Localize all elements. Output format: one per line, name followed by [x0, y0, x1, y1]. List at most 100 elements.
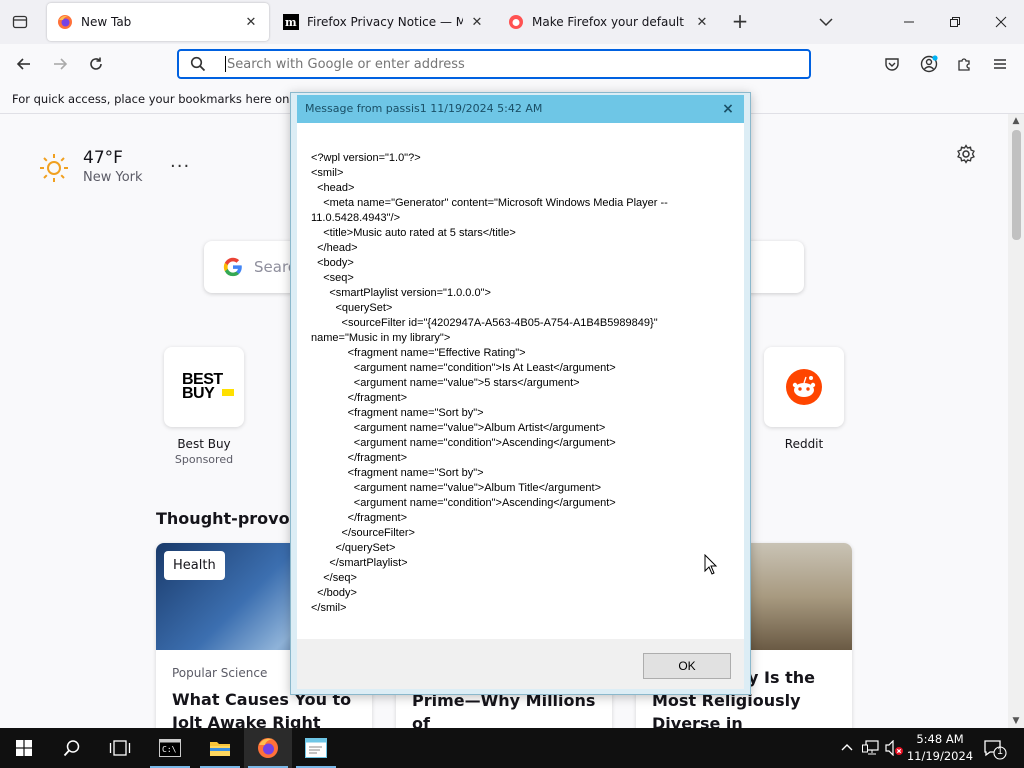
- weather-menu-button[interactable]: ···: [170, 156, 190, 177]
- sun-icon: [40, 154, 68, 182]
- task-view-icon: [109, 740, 131, 756]
- network-button[interactable]: [861, 738, 881, 758]
- network-icon: [862, 740, 879, 755]
- back-arrow-icon: [16, 58, 30, 70]
- close-window-button[interactable]: [978, 0, 1024, 44]
- firefox-icon: [58, 15, 72, 29]
- chevron-down-icon: [819, 18, 833, 27]
- ok-button[interactable]: OK: [643, 653, 731, 679]
- task-view-button[interactable]: [96, 728, 144, 768]
- reload-button[interactable]: [82, 50, 110, 78]
- taskbar-terminal[interactable]: C:\: [146, 728, 194, 768]
- clock-time: 5:48 AM: [916, 732, 964, 746]
- address-input[interactable]: [227, 56, 809, 72]
- pocket-button[interactable]: [878, 50, 906, 78]
- restore-button[interactable]: [932, 0, 978, 44]
- folder-icon: [210, 742, 230, 756]
- restore-icon: [950, 17, 960, 27]
- bookmarks-hint: For quick access, place your bookmarks h…: [12, 92, 323, 106]
- action-center-button[interactable]: 1: [980, 734, 1008, 762]
- shortcut-label: Reddit: [784, 437, 824, 451]
- close-tab-icon[interactable]: ✕: [469, 14, 485, 30]
- tab-title: New Tab: [81, 15, 132, 29]
- clock-date: 11/19/2024: [906, 749, 974, 763]
- tab-new-tab[interactable]: New Tab ✕: [47, 3, 269, 41]
- sponsored-label: Sponsored: [174, 453, 234, 466]
- account-button[interactable]: [915, 50, 943, 78]
- windows-icon: [16, 740, 32, 756]
- close-tab-icon[interactable]: ✕: [694, 14, 710, 30]
- volume-muted-icon: [885, 740, 903, 756]
- scrollbar-thumb[interactable]: [1012, 130, 1021, 240]
- scroll-down-icon[interactable]: ▼: [1008, 714, 1024, 728]
- weather-widget[interactable]: 47°F New York: [38, 148, 143, 185]
- extensions-button[interactable]: [950, 50, 978, 78]
- firefox-icon: [258, 738, 278, 758]
- notification-count: 1: [997, 746, 1003, 757]
- dialog-body: <?wpl version="1.0"?> <smil> <head> <met…: [297, 123, 744, 639]
- command-prompt-icon: C:\: [159, 739, 181, 757]
- puzzle-icon: [958, 58, 970, 71]
- reload-icon: [90, 57, 102, 70]
- taskbar-file-explorer[interactable]: [196, 728, 244, 768]
- dialog-titlebar[interactable]: Message from passis1 11/19/2024 5:42 AM …: [297, 95, 744, 123]
- shortcut-tile: [764, 347, 844, 427]
- firefox-view-button[interactable]: [6, 10, 34, 34]
- tab-title: Make Firefox your default brow: [532, 15, 688, 29]
- shortcut-reddit[interactable]: Reddit: [764, 347, 844, 451]
- taskbar-clock[interactable]: 5:48 AM 11/19/2024: [904, 731, 976, 765]
- account-icon: [920, 55, 938, 73]
- mozilla-icon: m: [283, 14, 299, 30]
- window-app-icon: [305, 738, 327, 758]
- search-icon: [183, 51, 213, 77]
- text-cursor: [225, 56, 226, 72]
- close-tab-icon[interactable]: ✕: [243, 14, 259, 30]
- chevron-up-icon: [841, 744, 853, 751]
- dialog-title: Message from passis1 11/19/2024 5:42 AM: [305, 102, 543, 115]
- search-icon: [63, 740, 80, 757]
- shortcut-best-buy[interactable]: BEST BUY Best Buy Sponsored: [164, 347, 244, 466]
- firefox-view-icon: [12, 15, 28, 29]
- taskbar: C:\ 5:48 AM 11/19/2024 1: [0, 728, 1024, 768]
- show-hidden-icons-button[interactable]: [837, 738, 857, 758]
- minimize-icon: [904, 21, 914, 23]
- page-scrollbar[interactable]: ▲ ▼: [1008, 114, 1024, 728]
- firefox-icon: [509, 15, 523, 29]
- address-bar[interactable]: [177, 49, 811, 79]
- menu-button[interactable]: [986, 50, 1014, 78]
- forward-button[interactable]: [46, 50, 74, 78]
- svg-text:C:\: C:\: [162, 745, 177, 754]
- google-icon: [223, 257, 242, 277]
- dialog-close-button[interactable]: ×: [712, 95, 744, 123]
- tab-default-browser[interactable]: Make Firefox your default brow ✕: [498, 3, 720, 41]
- shortcut-label: Best Buy: [177, 437, 231, 451]
- scroll-up-icon[interactable]: ▲: [1008, 114, 1024, 128]
- weather-temperature: 47°F: [83, 148, 123, 168]
- close-icon: [995, 16, 1007, 28]
- svg-text:m: m: [285, 16, 297, 29]
- minimize-button[interactable]: [886, 0, 932, 44]
- pocket-icon: [885, 58, 899, 71]
- dialog-footer: OK: [297, 639, 744, 689]
- tab-strip: New Tab ✕ m Firefox Privacy Notice — Moz…: [0, 0, 1024, 44]
- reddit-icon: [786, 369, 822, 405]
- taskbar-message-app[interactable]: [292, 728, 340, 768]
- shortcut-tile: BEST BUY: [164, 347, 244, 427]
- list-all-tabs-button[interactable]: [814, 12, 838, 32]
- personalize-button[interactable]: [956, 144, 976, 164]
- best-buy-logo: BEST BUY: [182, 372, 234, 402]
- start-button[interactable]: [0, 728, 48, 768]
- category-badge: Health: [164, 551, 225, 580]
- tab-title: Firefox Privacy Notice — Mozill: [307, 15, 463, 29]
- search-button[interactable]: [48, 728, 96, 768]
- back-button[interactable]: [10, 50, 38, 78]
- gear-icon: [957, 144, 975, 164]
- tab-privacy-notice[interactable]: m Firefox Privacy Notice — Mozill ✕: [273, 3, 495, 41]
- hamburger-icon: [994, 59, 1006, 69]
- weather-city: New York: [83, 170, 143, 185]
- dialog-message: <?wpl version="1.0"?> <smil> <head> <met…: [311, 152, 668, 614]
- volume-button[interactable]: [885, 738, 905, 758]
- message-dialog: Message from passis1 11/19/2024 5:42 AM …: [290, 92, 751, 695]
- new-tab-button[interactable]: +: [728, 11, 752, 33]
- taskbar-firefox[interactable]: [244, 728, 292, 768]
